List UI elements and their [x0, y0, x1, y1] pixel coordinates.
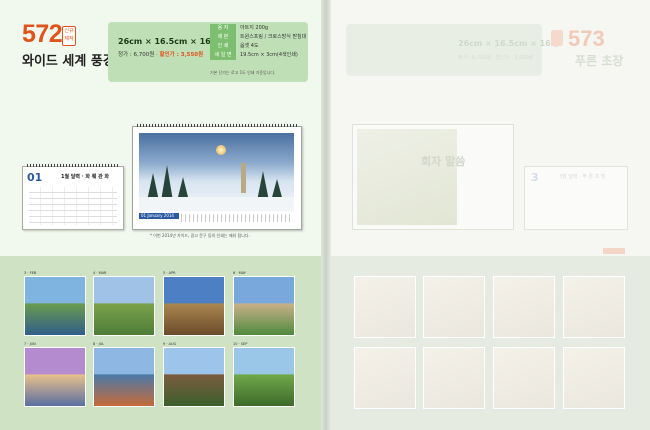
- price-sale: 할인가 : 3,550원: [159, 52, 204, 58]
- size-text-right: 26cm × 16.5cm × 16매: [458, 39, 559, 48]
- calendar-month-thumbnail: 3 · FEB: [24, 271, 86, 336]
- spec-value: 아트지 200g: [240, 25, 269, 31]
- month-number-right: 3: [531, 171, 539, 184]
- faded-thumbnail: [423, 276, 485, 338]
- thumbnail-month-label: 4 · MAR: [93, 271, 107, 275]
- landscape-thumbnail-image: [93, 276, 155, 336]
- spec-row: 인 쇄 옵셋 4도: [210, 42, 300, 51]
- desk-calendar-main-right: 회자 말씀: [352, 124, 514, 230]
- product-number: 572: [22, 20, 63, 48]
- desk-calendar-main: 01 January 2014: [132, 124, 302, 230]
- spiral-binding: [137, 124, 297, 127]
- sun-shape: [216, 145, 226, 155]
- calendar-header: 1월 달력 · 화 훼 관 화: [61, 174, 110, 180]
- faded-thumbnail: [493, 276, 555, 338]
- church-tower-shape: [241, 163, 246, 193]
- date-grid: [29, 187, 117, 225]
- spec-row: 용 지 아트지 200g: [210, 24, 300, 33]
- faded-thumbnail: [423, 347, 485, 409]
- size-text: 26cm × 16.5cm × 16매: [118, 37, 219, 46]
- faded-thumbnail: [354, 276, 416, 338]
- price-text-right: 정가 : 6,700원 · 할인가 : 3,550원: [458, 55, 534, 61]
- faded-thumbnail: [563, 347, 625, 409]
- calendar-month-thumbnail: 8 · JUL: [93, 342, 155, 407]
- landscape-thumbnail-image: [163, 347, 225, 407]
- spec-value: 옵셋 4도: [240, 43, 259, 49]
- calendar-month-thumbnail: 4 · MAR: [93, 271, 155, 336]
- spec-label: 세 일 면: [210, 51, 236, 60]
- snow-ground: [139, 197, 294, 211]
- desk-calendar-small-right: 3 3월 달력 · 푸 른 초 장: [524, 166, 628, 230]
- spec-label: 용 지: [210, 24, 236, 33]
- month-strip: 01 January 2014: [139, 213, 294, 225]
- landscape-thumbnail-image: [24, 276, 86, 336]
- landscape-thumbnail-image: [93, 347, 155, 407]
- product-number-right: 573: [568, 26, 605, 51]
- month-number: 01: [27, 171, 43, 184]
- pine-tree-shape: [161, 165, 173, 201]
- product-title: 와이드 세계 풍경: [22, 54, 115, 69]
- calendar-month-thumbnail: 10 · SEP: [233, 342, 295, 407]
- landscape-thumbnail-image: [24, 347, 86, 407]
- spec-value: 트윈스프링 / 크로스방식 받침대: [240, 34, 307, 40]
- thumbnail-month-label: 8 · JUL: [93, 342, 105, 346]
- calendar-text-right: 회자 말씀: [421, 155, 466, 168]
- product-info-box-right: 26cm × 16.5cm × 16매 정가 : 6,700원 · 할인가 : …: [346, 24, 558, 76]
- thumbnail-month-label: 6 · MAY: [233, 271, 246, 275]
- new-badge: 신규 제작: [62, 26, 76, 46]
- calendar-month-thumbnail: 5 · APR: [163, 271, 225, 336]
- calendar-month-thumbnail: 6 · MAY: [233, 271, 295, 336]
- landscape-thumbnail-image: [233, 347, 295, 407]
- month-label: 01 January 2014: [139, 213, 179, 219]
- spec-label: 제 본: [210, 33, 236, 42]
- faded-thumbnail: [493, 347, 555, 409]
- date-row: [181, 214, 293, 222]
- faded-thumbnail: [354, 347, 416, 409]
- badge-right: [551, 30, 563, 46]
- meadow-photo: [357, 129, 457, 225]
- desk-calendar-small: 01 1월 달력 · 화 훼 관 화: [22, 164, 124, 230]
- faded-thumbnail: [563, 276, 625, 338]
- product-title-right: 푸른 초장: [575, 54, 624, 68]
- thumbnail-month-label: 7 · JUN: [24, 342, 36, 346]
- spec-row: 세 일 면 19.5cm × 3cm(4색인쇄): [210, 51, 300, 60]
- thumbnail-month-label: 10 · SEP: [233, 342, 248, 346]
- price-regular: 정가 : 6,700원 ·: [118, 52, 160, 58]
- spec-label: 인 쇄: [210, 42, 236, 51]
- spec-row: 제 본 트윈스프링 / 크로스방식 받침대: [210, 33, 306, 42]
- spec-value: 19.5cm × 3cm(4색인쇄): [240, 52, 298, 58]
- page-tag: [603, 248, 625, 254]
- info-note: 기본 단가는 로고 1도 인쇄 기준입니다.: [210, 70, 276, 75]
- calendar-month-thumbnail: 9 · AUG: [163, 342, 225, 407]
- calendar-header-right: 3월 달력 · 푸 른 초 장: [559, 174, 606, 180]
- winter-landscape-photo: [139, 133, 294, 211]
- landscape-thumbnail-image: [233, 276, 295, 336]
- thumbnail-month-label: 5 · APR: [163, 271, 176, 275]
- thumbnail-month-label: 3 · FEB: [24, 271, 37, 275]
- price-text: 정가 : 6,700원 · 할인가 : 3,550원: [118, 50, 203, 58]
- book-spine: [321, 0, 331, 430]
- calendar-month-thumbnail: 7 · JUN: [24, 342, 86, 407]
- spiral-binding: [27, 164, 119, 167]
- thumbnail-month-label: 9 · AUG: [163, 342, 177, 346]
- landscape-thumbnail-image: [163, 276, 225, 336]
- calendar-caption: * 이번 2014년 가이드, 광고 문구 등의 인쇄는 제외 됩니다.: [150, 233, 250, 238]
- spec-list: 용 지 아트지 200g 제 본 트윈스프링 / 크로스방식 받침대 인 쇄 옵셋 4…: [210, 24, 306, 60]
